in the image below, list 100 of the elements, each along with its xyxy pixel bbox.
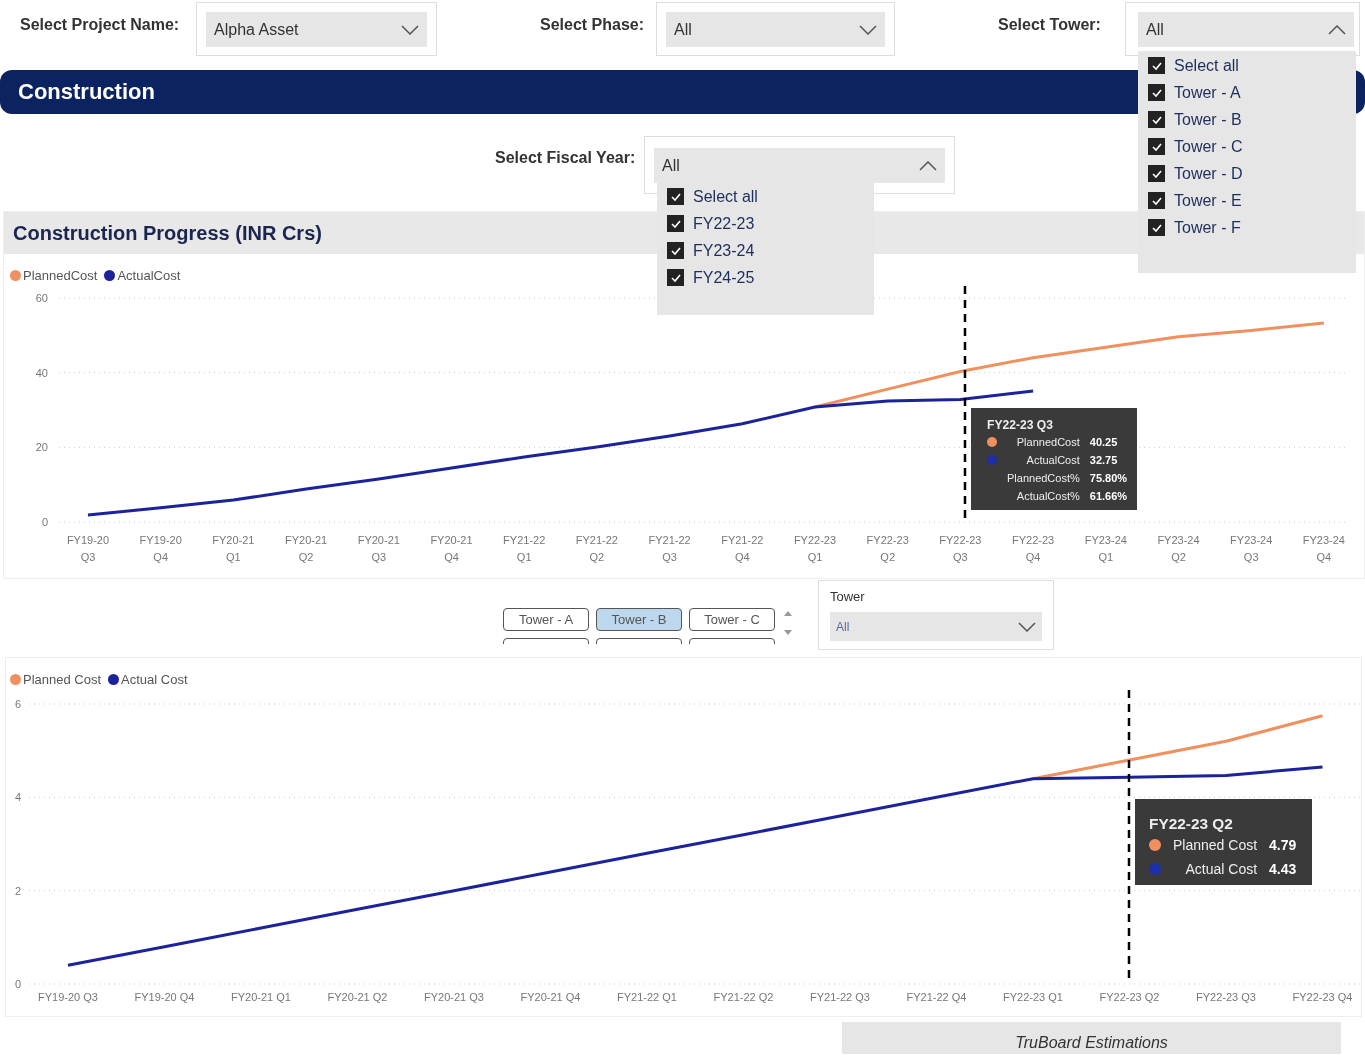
tooltip-value: 40.25 [1089,436,1119,448]
x-axis-label: FY23-24 Q4 [1302,534,1345,563]
x-axis-label: FY19-20 Q4 [139,534,182,563]
x-axis-label: FY21-22 Q1 [503,534,546,563]
x-axis-label: FY19-20 Q4 [134,991,195,1003]
checkbox[interactable] [1148,165,1165,182]
checkbox[interactable] [1148,192,1165,209]
x-axis-label: FY21-22 Q1 [617,991,677,1003]
checkbox-option[interactable]: FY24-25 [657,264,874,291]
tooltip-label: ActualCost [1025,454,1080,466]
x-axis-label: FY19-20 Q3 [66,534,110,563]
y-axis-label: 0 [41,516,48,528]
filter-label: Select Fiscal Year: [495,148,637,167]
x-axis-label: FY22-23 Q4 [1012,534,1055,563]
chevron-down-icon [859,24,877,35]
x-axis-label: FY20-21 Q4 [520,991,581,1003]
y-axis-label: 20 [35,441,48,454]
tooltip-label: PlannedCost% [1007,472,1080,484]
checkbox[interactable] [1148,57,1165,74]
checkbox[interactable] [667,188,684,205]
x-axis-label: FY20-21 Q2 [285,534,328,563]
x-axis-label: FY19-20 Q3 [38,991,98,1003]
dropdown-field[interactable]: All [654,148,945,183]
x-axis-label: FY20-21 Q4 [430,534,473,563]
panel-title: Construction Progress (INR Crs) [13,221,322,245]
checkbox-option[interactable]: Tower - D [1138,160,1356,187]
dropdown-field[interactable]: All [830,612,1042,641]
chevron-down-icon [1018,621,1036,632]
x-axis-label: FY21-22 Q2 [713,991,774,1003]
x-axis-label: FY23-24 Q1 [1084,534,1127,563]
x-axis-label: FY22-23 Q1 [793,534,837,563]
tooltip-label: PlannedCost [1015,436,1080,448]
checkbox[interactable] [667,242,684,259]
tooltip-label: Planned Cost [1173,837,1258,853]
tooltip-value: 4.43 [1269,861,1297,877]
checkbox[interactable] [1148,219,1165,236]
checkbox[interactable] [1148,111,1165,128]
y-axis-label: 40 [35,366,48,379]
checkbox[interactable] [667,215,684,232]
x-axis-label: FY20-21 Q2 [327,991,388,1003]
legend-label[interactable]: Actual Cost [121,671,188,687]
x-axis-label: FY21-22 Q3 [648,534,691,563]
x-axis-label: FY20-21 Q3 [357,534,400,563]
x-axis-label: FY23-24 Q2 [1157,534,1200,563]
filter-label: Select Project Name: [20,15,181,34]
chevron-down-icon [401,24,419,35]
x-axis-label: FY21-22 Q4 [906,991,967,1003]
checkbox-option[interactable]: Tower - F [1138,214,1356,241]
dropdown-field[interactable]: Alpha Asset [206,12,427,47]
slicer-tile[interactable]: Tower - A [503,608,589,631]
checkbox-option[interactable]: Tower - B [1138,106,1356,133]
scroll-arrows-icon[interactable] [782,609,794,637]
filter-label: Select Tower: [998,15,1102,34]
tooltip-label: Actual Cost [1184,861,1258,877]
checkbox-option[interactable]: Select all [657,183,874,210]
x-axis-label: FY22-23 Q2 [866,534,909,563]
checkbox-option[interactable]: Tower - C [1138,133,1356,160]
x-axis-label: FY20-21 Q1 [212,534,255,563]
legend-label[interactable]: Planned Cost [23,671,102,687]
x-axis-label: FY22-23 Q3 [939,534,982,563]
checkbox[interactable] [667,269,684,286]
banner-title: Construction [18,79,155,105]
tooltip-value: 61.66% [1089,490,1128,502]
x-axis-label: FY21-22 Q2 [575,534,618,563]
y-axis-label: 4 [15,791,22,804]
dropdown-field[interactable]: All [666,12,885,47]
x-axis-label: FY22-23 Q1 [1003,991,1063,1003]
x-axis-label: FY21-22 Q3 [810,991,870,1003]
y-axis-label: 2 [15,884,22,897]
y-axis-label: 6 [15,698,22,710]
y-axis-label: 60 [35,292,48,304]
chevron-up-icon [919,160,937,171]
tooltip-title: FY22-23 Q2 [1149,815,1234,833]
legend-label[interactable]: ActualCost [117,267,181,283]
tooltip-title: FY22-23 Q3 [987,418,1054,432]
legend-label[interactable]: PlannedCost [23,267,98,283]
x-axis-label: FY20-21 Q1 [231,991,291,1003]
x-axis-label: FY22-23 Q4 [1292,991,1353,1003]
checkbox-option[interactable]: FY23-24 [657,237,874,264]
filter-label: Select Phase: [540,15,646,34]
checkbox-option[interactable]: FY22-23 [657,210,874,237]
page-tab[interactable]: TruBoard Estimations [842,1022,1341,1054]
x-axis-label: FY23-24 Q3 [1230,534,1273,563]
chevron-up-icon [1328,24,1346,35]
x-axis-label: FY21-22 Q4 [721,534,764,563]
y-axis-label: 0 [15,978,22,990]
slicer-tile[interactable]: Tower - C [689,608,775,631]
tooltip-value: 75.80% [1089,472,1128,484]
x-axis-label: FY20-21 Q3 [424,991,484,1003]
tooltip-value: 32.75 [1089,454,1119,466]
checkbox-option[interactable]: Tower - E [1138,187,1356,214]
dropdown-field[interactable]: All [1138,12,1354,47]
checkbox-option[interactable]: Select all [1138,52,1356,79]
checkbox[interactable] [1148,84,1165,101]
slicer-tile[interactable]: Tower - B [596,608,682,631]
filter-label: Tower [830,589,866,604]
tooltip-value: 4.79 [1269,837,1297,853]
checkbox[interactable] [1148,138,1165,155]
checkbox-option[interactable]: Tower - A [1138,79,1356,106]
tooltip-label: ActualCost% [1015,490,1080,502]
